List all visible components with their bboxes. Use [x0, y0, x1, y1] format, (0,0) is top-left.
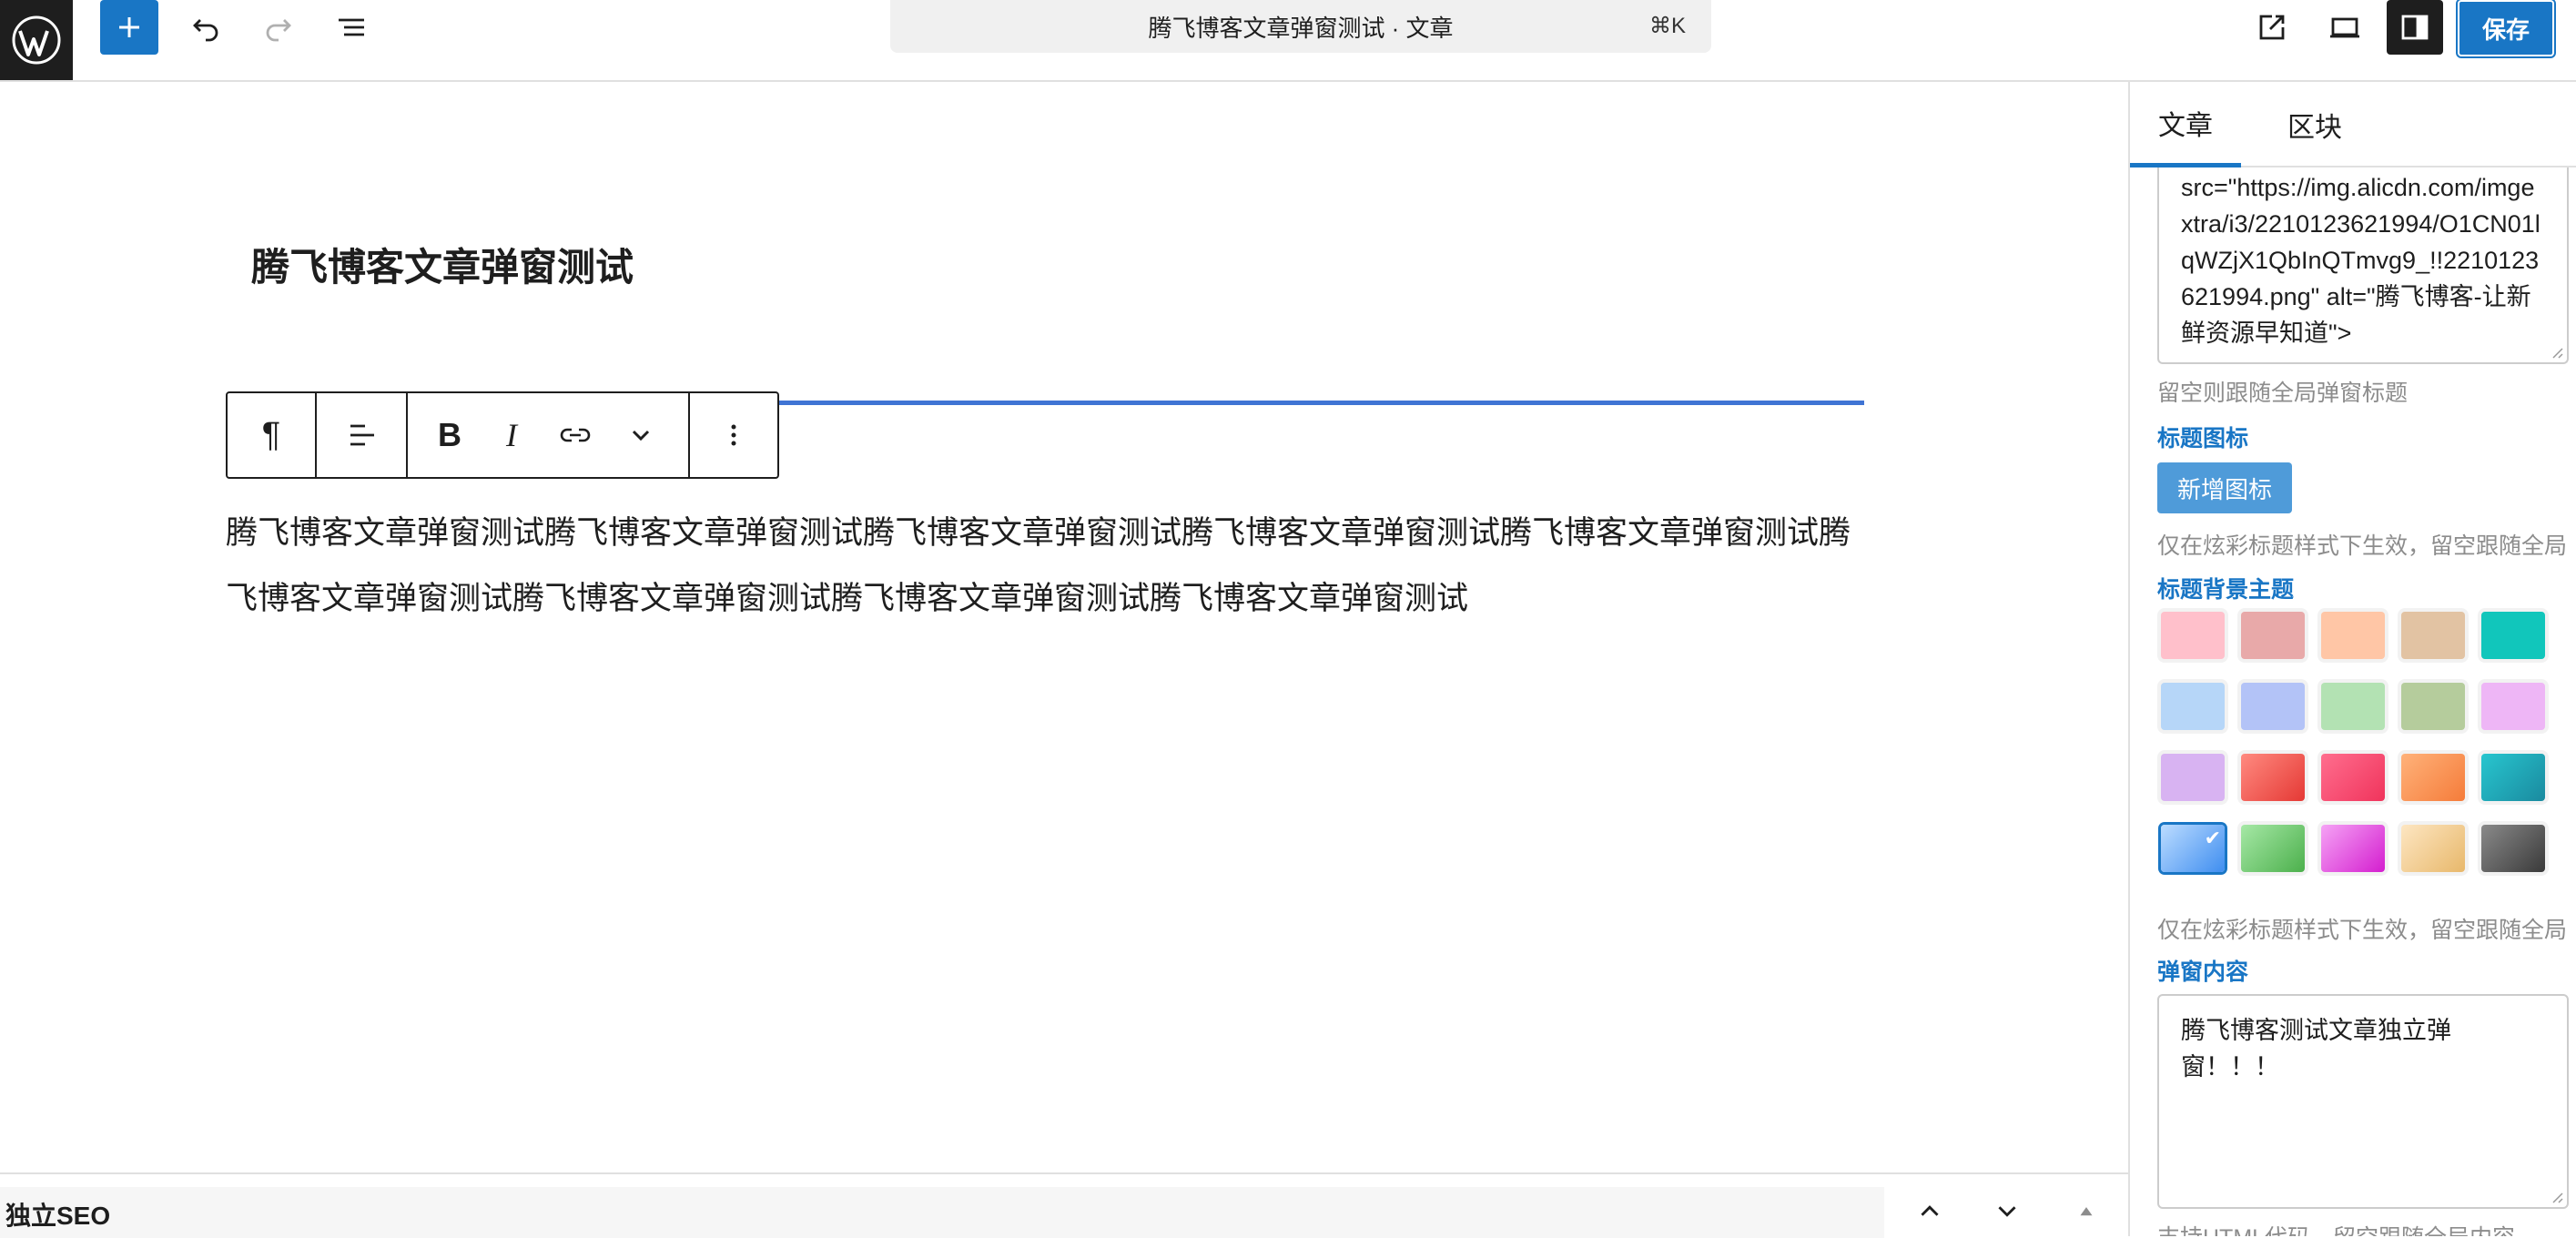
chevron-down-icon: [1998, 1206, 2016, 1217]
tab-post[interactable]: 文章: [2130, 82, 2241, 167]
command-center[interactable]: 腾飞博客文章弹窗测试 · 文章 ⌘K: [890, 0, 1711, 53]
popup-content-textarea[interactable]: 腾飞博客测试文章独立弹窗！！！: [2157, 994, 2569, 1209]
document-overview-button[interactable]: [324, 0, 379, 55]
bg-theme-swatch[interactable]: [2401, 754, 2465, 801]
bg-theme-swatch[interactable]: [2321, 683, 2385, 730]
document-title: 腾飞博客文章弹窗测试 · 文章: [1148, 14, 1454, 42]
editor-header: 腾飞博客文章弹窗测试 · 文章 ⌘K 保存: [0, 0, 2576, 82]
plus-icon: [119, 17, 139, 37]
view-post-button[interactable]: [2245, 0, 2299, 55]
more-formats-button[interactable]: [608, 393, 674, 477]
bg-theme-swatch[interactable]: [2161, 683, 2225, 730]
bg-theme-swatch[interactable]: [2321, 754, 2385, 801]
align-left-icon: [350, 424, 374, 446]
triangle-up-icon: [2080, 1207, 2093, 1216]
command-shortcut: ⌘K: [1648, 14, 1686, 38]
toggle-panel-button[interactable]: [2059, 1185, 2114, 1236]
chevron-down-icon: [632, 430, 650, 441]
list-view-icon: [339, 18, 364, 36]
settings-toggle-button[interactable]: [2387, 0, 2443, 55]
more-vertical-icon: [731, 424, 736, 446]
bg-theme-swatch[interactable]: [2401, 612, 2465, 659]
seo-metabox-title: 独立SEO: [5, 1202, 111, 1230]
wordpress-logo-button[interactable]: [0, 0, 73, 80]
bg-theme-swatch[interactable]: [2241, 612, 2305, 659]
bg-theme-swatch[interactable]: [2241, 754, 2305, 801]
move-down-button[interactable]: [1980, 1185, 2034, 1236]
chevron-up-icon: [1921, 1205, 1939, 1216]
popup-title-code: src="https://img.alicdn.com/imgextra/i3/…: [2181, 174, 2541, 347]
popup-title-hint: 留空则跟随全局弹窗标题: [2157, 381, 2409, 406]
sidebar-icon: [2401, 15, 2429, 40]
bg-theme-swatch[interactable]: ✔: [2161, 825, 2225, 872]
bg-theme-swatch[interactable]: [2321, 612, 2385, 659]
bg-theme-swatch[interactable]: [2481, 612, 2545, 659]
block-type-group: ¶: [228, 393, 317, 477]
bg-theme-swatch[interactable]: [2161, 754, 2225, 801]
selected-block-outline: [779, 401, 1864, 405]
block-toolbar: ¶ B I: [226, 391, 779, 479]
undo-icon: [193, 19, 218, 42]
post-title[interactable]: 腾飞博客文章弹窗测试: [251, 237, 634, 292]
italic-label: I: [506, 417, 517, 453]
alignment-group: [317, 393, 408, 477]
options-group: [690, 393, 777, 477]
bold-button[interactable]: B: [419, 393, 481, 477]
bg-theme-swatch[interactable]: [2481, 825, 2545, 872]
popup-content-hint: 支持HTML代码，留空跟随全局内容: [2157, 1220, 2515, 1236]
save-button[interactable]: 保存: [2458, 0, 2554, 56]
bg-theme-swatch[interactable]: [2161, 612, 2225, 659]
paragraph-block[interactable]: 腾飞博客文章弹窗测试腾飞博客文章弹窗测试腾飞博客文章弹窗测试腾飞博客文章弹窗测试…: [226, 501, 1864, 632]
bg-theme-swatch[interactable]: [2481, 683, 2545, 730]
desktop-icon: [2330, 17, 2359, 38]
popup-content-label: 弹窗内容: [2157, 959, 2249, 985]
external-link-icon: [2259, 15, 2285, 40]
seo-metabox-header[interactable]: [0, 1187, 1884, 1238]
redo-button[interactable]: [251, 0, 306, 55]
editor-canvas: 腾飞博客文章弹窗测试 ¶ B I 腾飞博客文章弹窗测试腾飞博客文章弹窗测试腾飞博…: [0, 82, 2128, 1172]
check-icon: ✔: [2204, 827, 2221, 849]
popup-content-text: 腾飞博客测试文章独立弹窗！！！: [2181, 1017, 2451, 1081]
bg-theme-swatch[interactable]: [2241, 683, 2305, 730]
tab-block[interactable]: 区块: [2274, 82, 2356, 167]
title-icon-hint: 仅在炫彩标题样式下生效，留空跟随全局: [2157, 533, 2568, 559]
bg-theme-swatch[interactable]: [2401, 683, 2465, 730]
settings-sidebar: 文章 区块 src="https://img.alicdn.com/imgext…: [2128, 82, 2576, 1236]
redo-icon: [266, 19, 291, 42]
preview-device-button[interactable]: [2317, 0, 2372, 55]
title-bg-theme-label: 标题背景主题: [2157, 577, 2295, 603]
paragraph-block-button[interactable]: ¶: [228, 393, 315, 477]
sidebar-tabs: 文章 区块: [2130, 82, 2576, 167]
add-block-button[interactable]: [100, 0, 158, 55]
bg-theme-swatch[interactable]: [2241, 825, 2305, 872]
title-icon-label: 标题图标: [2157, 426, 2249, 452]
bg-theme-swatch[interactable]: [2481, 754, 2545, 801]
link-button[interactable]: [543, 393, 608, 477]
seo-metabox-bar: 独立SEO: [0, 1172, 2128, 1238]
bold-label: B: [438, 416, 461, 453]
move-up-button[interactable]: [1902, 1185, 1957, 1236]
add-icon-button[interactable]: 新增图标: [2157, 462, 2292, 513]
undo-button[interactable]: [178, 0, 233, 55]
link-icon: [560, 428, 591, 442]
popup-title-textarea[interactable]: src="https://img.alicdn.com/imgextra/i3/…: [2157, 167, 2569, 364]
block-options-button[interactable]: [690, 393, 777, 477]
bg-theme-swatch[interactable]: [2401, 825, 2465, 872]
resize-handle-icon[interactable]: [2549, 344, 2563, 359]
italic-button[interactable]: I: [481, 393, 543, 477]
wordpress-icon: [12, 15, 61, 65]
pilcrow-icon: ¶: [261, 415, 281, 454]
align-button[interactable]: [317, 393, 406, 477]
bg-theme-hint: 仅在炫彩标题样式下生效，留空跟随全局: [2157, 918, 2568, 943]
format-group: B I: [408, 393, 690, 477]
bg-theme-swatch[interactable]: [2321, 825, 2385, 872]
resize-handle-icon[interactable]: [2549, 1189, 2563, 1203]
